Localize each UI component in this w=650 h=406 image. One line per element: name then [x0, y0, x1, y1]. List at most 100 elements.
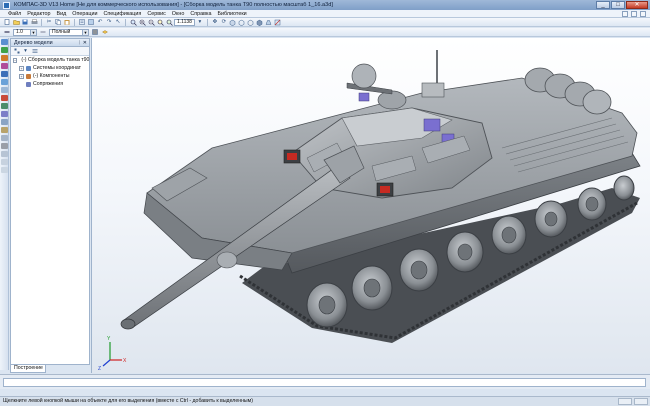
editing-icon[interactable]: [1, 47, 8, 53]
menu-operations[interactable]: Операции: [72, 11, 97, 17]
arrays-icon[interactable]: [1, 103, 8, 109]
measure-icon[interactable]: [1, 119, 8, 125]
tree-structure-icon[interactable]: [13, 48, 20, 54]
fume-extractor: [216, 251, 238, 269]
spatial-curves-icon[interactable]: [1, 87, 8, 93]
properties-toolbar: 1.0 ▼ Полный ▼: [0, 28, 650, 37]
close-button[interactable]: ✕: [626, 1, 648, 9]
menu-bar: Файл Редактор Вид Операции Спецификация …: [0, 10, 650, 18]
menu-libraries[interactable]: Библиотеки: [217, 11, 246, 17]
tree-item-label: (-) Сборка модель танка т90 с: [21, 57, 94, 63]
tree-item-mates[interactable]: Сопряжения: [11, 80, 89, 88]
layer-icon[interactable]: [101, 29, 109, 36]
zoom-dropdown-icon[interactable]: ▾: [196, 19, 204, 26]
zoom-out-icon[interactable]: [147, 19, 155, 26]
tree-expander[interactable]: −: [13, 57, 18, 63]
status-hint: Щелкните левой кнопкой мыши на объекте д…: [3, 398, 253, 404]
tree-expander[interactable]: +: [19, 73, 24, 79]
surfaces-icon[interactable]: [1, 95, 8, 101]
reports-icon[interactable]: [1, 143, 8, 149]
wireframe-icon[interactable]: [238, 19, 246, 26]
line-width-icon: [3, 29, 11, 36]
cut-icon[interactable]: ✂: [45, 19, 53, 26]
assembly-icon[interactable]: [1, 71, 8, 77]
library-icon[interactable]: [1, 167, 8, 173]
title-bar[interactable]: КОМПАС-3D V13 Home [Не для коммерческого…: [0, 0, 650, 10]
chevron-down-icon: ▼: [30, 29, 36, 35]
redo-icon[interactable]: ↷: [105, 19, 113, 26]
toolbar-separator: [41, 18, 42, 26]
line-style-select[interactable]: Полный ▼: [49, 28, 89, 36]
command-line-field[interactable]: [3, 378, 646, 387]
menu-service[interactable]: Сервис: [147, 11, 165, 17]
perspective-icon[interactable]: [265, 19, 273, 26]
kompas-logo-icon: [3, 1, 10, 9]
pin-icon[interactable]: ᛁ: [78, 40, 81, 46]
menu-file[interactable]: Файл: [8, 11, 21, 17]
geometry-icon[interactable]: [1, 39, 8, 45]
auxiliary-geometry-icon[interactable]: [1, 111, 8, 117]
line-style-icon: [39, 29, 47, 36]
view-orientation-icon[interactable]: [229, 19, 237, 26]
line-width-select[interactable]: 1.0 ▼: [13, 28, 37, 36]
components-icon: [26, 73, 31, 79]
rotate-icon[interactable]: ⟳: [220, 19, 228, 26]
tree-item-assembly[interactable]: − (-) Сборка модель танка т90 с: [11, 56, 93, 64]
maximize-button[interactable]: □: [611, 1, 625, 9]
manager-icon[interactable]: [87, 19, 95, 26]
model-viewport[interactable]: Y X Z: [91, 38, 650, 373]
menu-help[interactable]: Справка: [190, 11, 211, 17]
doc-minimize-button[interactable]: [622, 11, 628, 17]
doc-close-button[interactable]: [640, 11, 646, 17]
tank-model-render: Y X Z: [98, 50, 641, 372]
copy-icon[interactable]: [54, 19, 62, 26]
tab-construction[interactable]: Построение: [10, 365, 46, 373]
open-folder-icon[interactable]: [12, 19, 20, 26]
undo-icon[interactable]: ↶: [96, 19, 104, 26]
mates-node-icon: [26, 81, 31, 87]
specification-icon[interactable]: [1, 135, 8, 141]
tree-list-icon[interactable]: [31, 48, 38, 54]
pan-icon[interactable]: ✥: [211, 19, 219, 26]
minimize-button[interactable]: _: [596, 1, 610, 9]
zoom-in-icon[interactable]: [138, 19, 146, 26]
save-icon[interactable]: [21, 19, 29, 26]
zoom-window-icon[interactable]: [129, 19, 137, 26]
menu-edit[interactable]: Редактор: [27, 11, 50, 17]
searchlight: [351, 63, 377, 89]
zoom-fit-icon[interactable]: [165, 19, 173, 26]
hidden-lines-icon[interactable]: [247, 19, 255, 26]
tree-dropdown-icon[interactable]: ▾: [22, 48, 29, 54]
filters-icon[interactable]: [1, 127, 8, 133]
print-icon[interactable]: [30, 19, 38, 26]
symbols-icon[interactable]: [1, 63, 8, 69]
model-tree-header: Дерево модели ᛁ ✕: [11, 39, 89, 47]
purple-detail: [358, 92, 370, 102]
tree-item-components[interactable]: + (-) Компоненты: [11, 72, 89, 80]
menu-view[interactable]: Вид: [56, 11, 66, 17]
paste-icon[interactable]: [63, 19, 71, 26]
mates-icon[interactable]: [1, 79, 8, 85]
color-icon[interactable]: [91, 29, 99, 36]
dimensions-icon[interactable]: [1, 55, 8, 61]
help-pointer-icon[interactable]: ↖: [114, 19, 122, 26]
properties-icon[interactable]: [78, 19, 86, 26]
elements-icon[interactable]: [1, 151, 8, 157]
zoom-dynamic-icon[interactable]: [156, 19, 164, 26]
shaded-icon[interactable]: [256, 19, 264, 26]
model-tree-toolbar: ▾: [11, 47, 89, 56]
menu-specification[interactable]: Спецификация: [103, 11, 141, 17]
section-icon[interactable]: [274, 19, 282, 26]
tree-item-coordinate-systems[interactable]: + Системы координат: [11, 64, 89, 72]
menu-window[interactable]: Окно: [172, 11, 185, 17]
zoom-value-field[interactable]: 1.1138: [174, 18, 195, 26]
tree-expander[interactable]: +: [19, 65, 24, 71]
sheet-metal-icon[interactable]: [1, 159, 8, 165]
compact-panel: [0, 38, 9, 370]
model-tree-panel: Дерево модели ᛁ ✕ ▾ − (-) Сборка модель …: [10, 38, 93, 365]
new-document-icon[interactable]: [3, 19, 11, 26]
close-icon[interactable]: ✕: [83, 40, 87, 46]
tree-item-label: (-) Компоненты: [33, 73, 70, 79]
doc-restore-button[interactable]: [631, 11, 637, 17]
sight-block: [421, 82, 445, 98]
